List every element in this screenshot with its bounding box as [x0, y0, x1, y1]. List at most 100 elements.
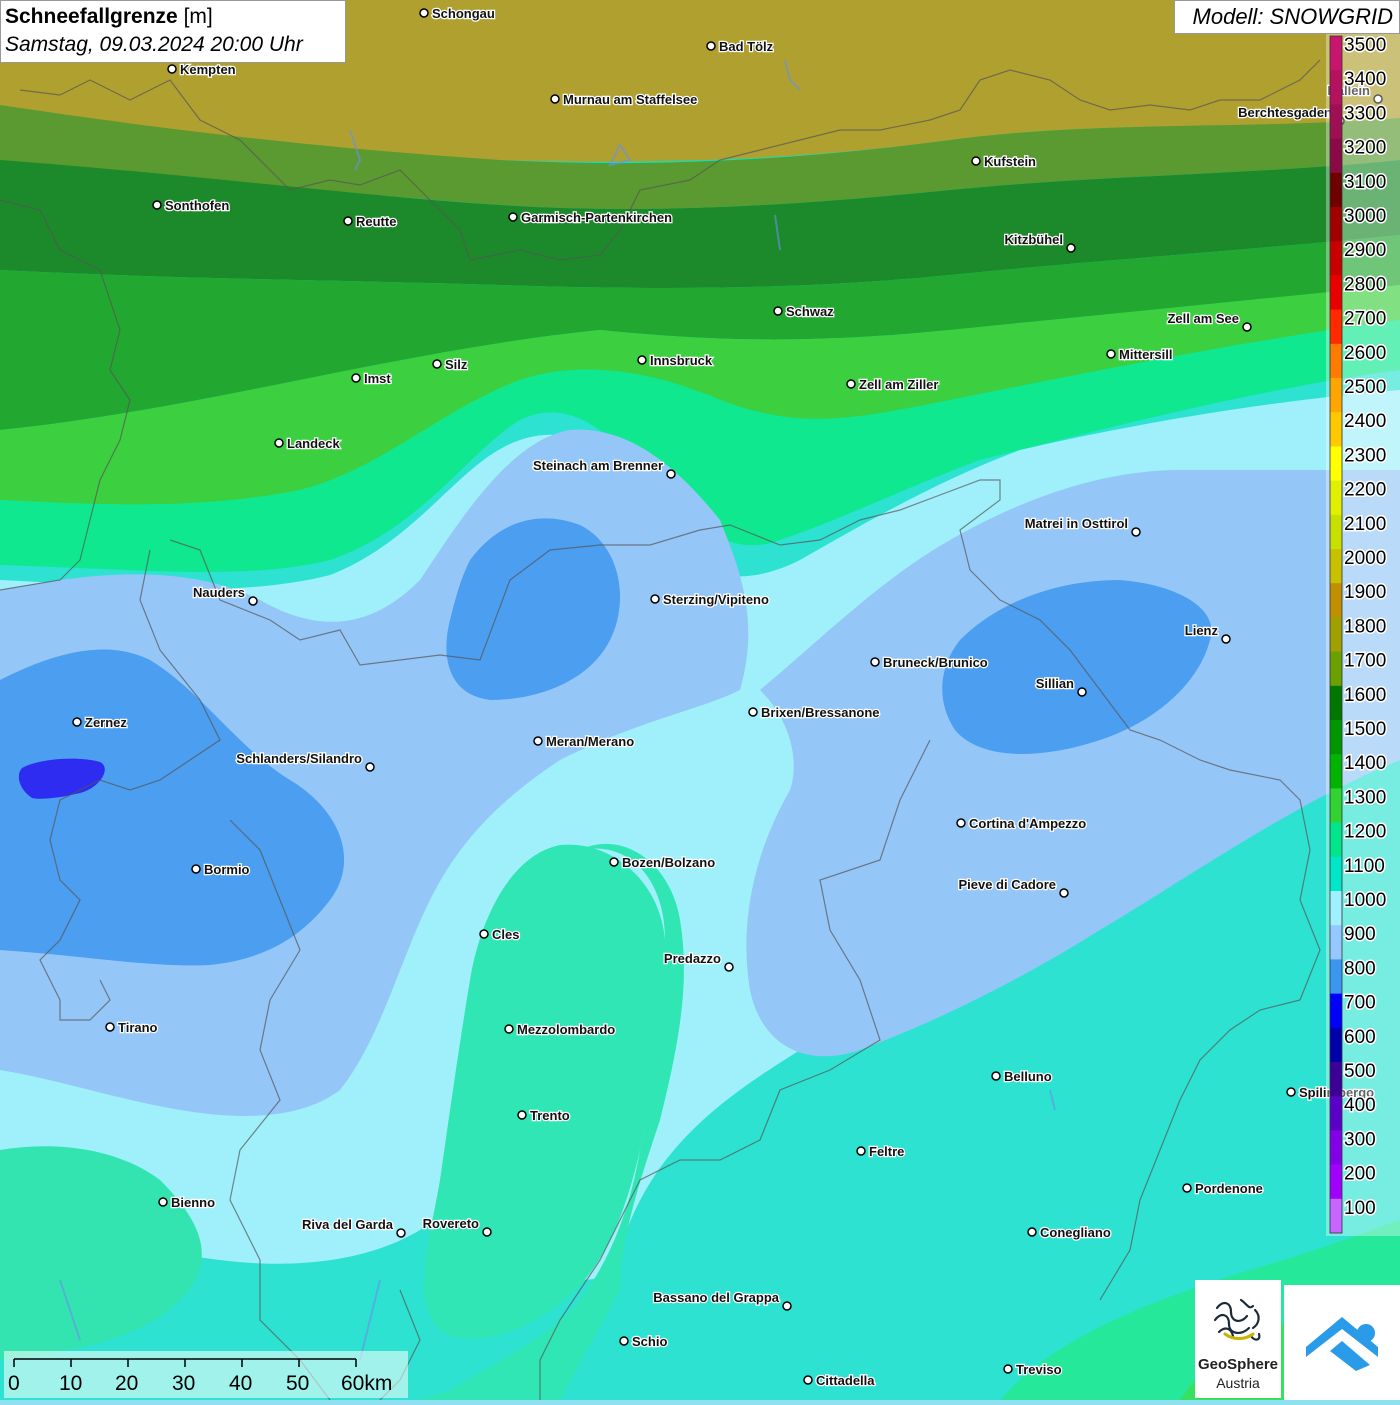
app-logo[interactable]	[1284, 1285, 1400, 1400]
city-dot-icon	[248, 596, 258, 606]
city-label: Bruneck/Brunico	[883, 655, 988, 670]
city-label: Sonthofen	[165, 198, 229, 213]
city-dot-icon	[846, 379, 856, 389]
legend-swatch	[1330, 378, 1342, 413]
city-dot-icon	[1027, 1227, 1037, 1237]
legend-swatch	[1330, 685, 1342, 721]
scale-tick: 30	[172, 1372, 196, 1395]
city-dot-icon	[706, 41, 716, 51]
city-label: Bormio	[204, 862, 250, 877]
legend-label: 900	[1344, 924, 1376, 945]
legend-label: 3300	[1344, 103, 1386, 124]
city-label: Feltre	[869, 1144, 904, 1159]
legend-swatch	[1330, 104, 1342, 140]
legend-swatch	[1330, 788, 1342, 824]
city-marker: Mezzolombardo	[504, 1021, 617, 1038]
city-label: Murnau am Staffelsee	[563, 92, 697, 107]
legend-label: 2500	[1344, 377, 1386, 398]
legend-swatch	[1330, 754, 1342, 789]
city-dot-icon	[1242, 322, 1252, 332]
legend-label: 400	[1344, 1095, 1376, 1116]
legend-label: 200	[1344, 1164, 1376, 1185]
city-label: Kufstein	[984, 154, 1036, 169]
model-label: Modell: SNOWGRID	[1174, 0, 1400, 34]
city-dot-icon	[637, 355, 647, 365]
legend-label: 1600	[1344, 685, 1386, 706]
legend-label: 2800	[1344, 274, 1386, 295]
legend-swatch	[1330, 412, 1342, 447]
city-label: Lienz	[1185, 623, 1219, 638]
city-dot-icon	[351, 373, 361, 383]
city-dot-icon	[533, 736, 543, 746]
city-dot-icon	[1221, 634, 1231, 644]
geosphere-logo-subtext: Austria	[1216, 1375, 1260, 1391]
city-dot-icon	[956, 818, 966, 828]
legend-label: 2600	[1344, 343, 1386, 364]
city-dot-icon	[1131, 527, 1141, 537]
city-dot-icon	[105, 1022, 115, 1032]
city-dot-icon	[72, 717, 82, 727]
city-dot-icon	[609, 857, 619, 867]
legend-swatch	[1330, 651, 1342, 687]
legend-label: 500	[1344, 1061, 1376, 1082]
city-label: Meran/Merano	[546, 734, 634, 749]
legend-swatch	[1330, 822, 1342, 858]
city-marker: Meran/Merano	[533, 733, 635, 750]
city-dot-icon	[191, 864, 201, 874]
city-label: Brixen/Bressanone	[761, 705, 880, 720]
city-label: Schio	[632, 1334, 667, 1349]
city-marker: Sterzing/Vipiteno	[650, 591, 770, 608]
app-logo-icon	[1306, 1317, 1378, 1371]
city-label: Conegliano	[1040, 1225, 1111, 1240]
map-title-box: Schneefallgrenze [m] Samstag, 09.03.2024…	[0, 0, 346, 63]
city-dot-icon	[517, 1110, 527, 1120]
legend-label: 1800	[1344, 616, 1386, 637]
legend-swatch	[1330, 275, 1342, 311]
city-label: Cortina d'Ampezzo	[969, 816, 1086, 831]
city-marker: Pordenone	[1182, 1180, 1264, 1197]
legend-swatch	[1330, 856, 1342, 892]
legend-label: 3000	[1344, 206, 1386, 227]
city-dot-icon	[396, 1228, 406, 1238]
legend-swatch	[1330, 891, 1342, 926]
city-dot-icon	[666, 469, 676, 479]
geosphere-logo[interactable]: GeoSphere Austria	[1195, 1280, 1281, 1398]
scale-tick: 60km	[341, 1372, 393, 1395]
unit-label: [m]	[183, 5, 213, 28]
scale-tick: 50	[286, 1372, 310, 1395]
legend-swatch	[1330, 309, 1342, 345]
city-label: Steinach am Brenner	[533, 458, 663, 473]
city-dot-icon	[773, 306, 783, 316]
city-label: Mittersill	[1119, 347, 1172, 362]
legend-label: 1900	[1344, 582, 1386, 603]
legend-label: 2000	[1344, 548, 1386, 569]
city-label: Schlanders/Silandro	[236, 751, 362, 766]
map-title: Schneefallgrenze [m]	[5, 3, 341, 31]
legend-label: 2100	[1344, 514, 1386, 535]
city-label: Bad Tölz	[719, 39, 774, 54]
city-dot-icon	[991, 1071, 1001, 1081]
legend-label: 100	[1344, 1198, 1376, 1219]
legend-swatch	[1330, 36, 1342, 71]
city-label: Zell am See	[1167, 311, 1239, 326]
city-label: Pordenone	[1195, 1181, 1263, 1196]
city-label: Cittadella	[816, 1373, 875, 1388]
city-label: Garmisch-Partenkirchen	[521, 210, 672, 225]
city-label: Bozen/Bolzano	[622, 855, 715, 870]
city-label: Trento	[530, 1108, 570, 1123]
legend-swatch	[1330, 1096, 1342, 1131]
city-dot-icon	[482, 1227, 492, 1237]
legend-label: 300	[1344, 1129, 1376, 1150]
legend-label: 1100	[1344, 856, 1385, 877]
legend-label: 3500	[1344, 35, 1386, 56]
scale-tick: 20	[115, 1372, 139, 1395]
legend-label: 2700	[1344, 309, 1386, 330]
legend-swatch	[1330, 172, 1342, 208]
legend-swatch	[1330, 207, 1342, 242]
legend-label: 2900	[1344, 240, 1386, 261]
city-marker: Sonthofen	[152, 197, 231, 214]
legend-label: 2200	[1344, 480, 1386, 501]
legend-swatch	[1330, 70, 1342, 105]
city-dot-icon	[152, 200, 162, 210]
legend-swatch	[1330, 241, 1342, 276]
